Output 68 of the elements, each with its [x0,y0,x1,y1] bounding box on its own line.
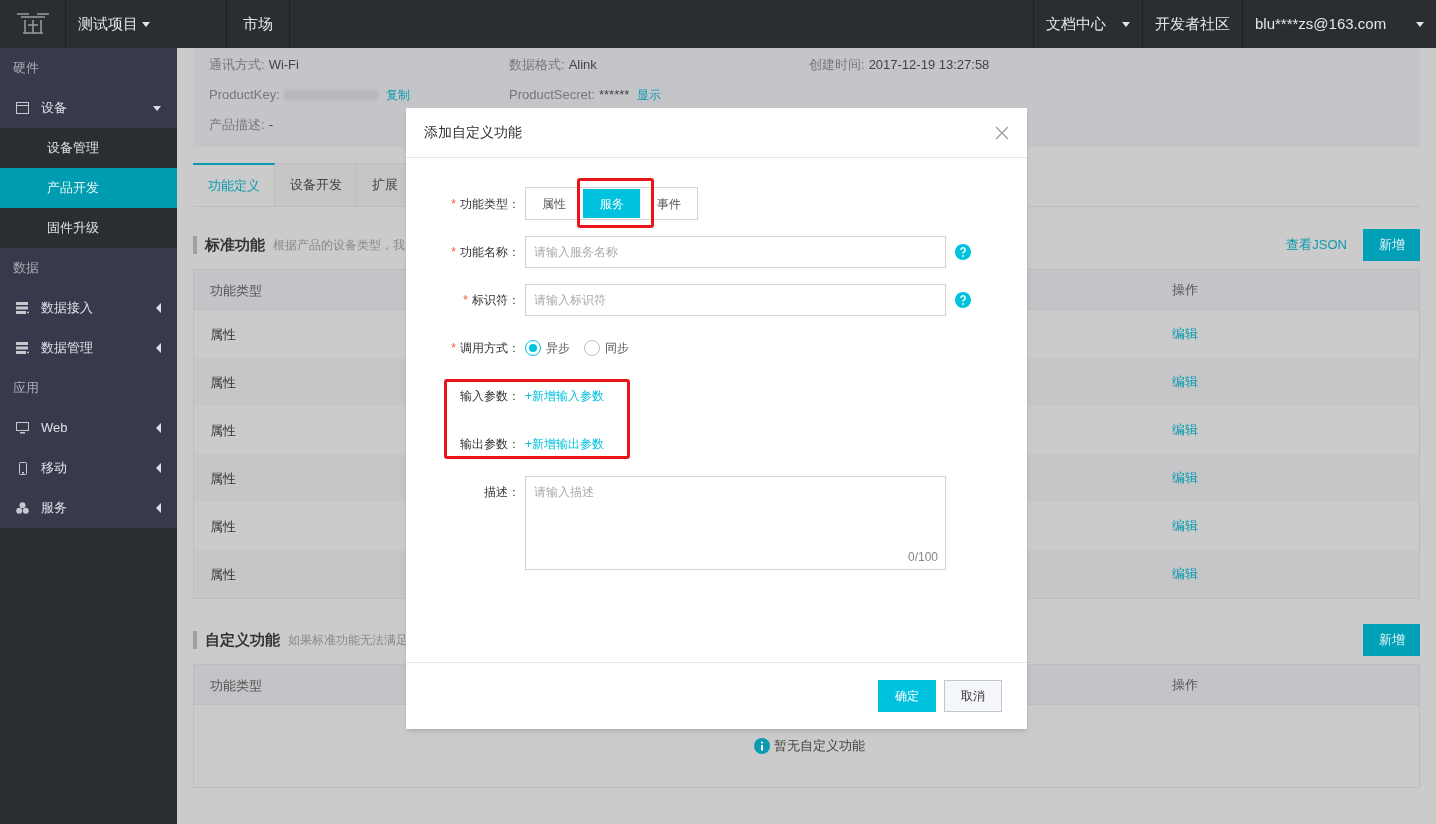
text-field[interactable]: 请输入标识符 [525,284,946,316]
section-heading: 应用 [13,379,39,398]
field-label: 输入参数： [460,388,520,405]
table-cell: 属性 [210,471,236,486]
info-label: 创建时间: [809,56,865,75]
help-icon[interactable] [955,244,971,260]
sidebar-item[interactable]: 移动 [0,448,177,488]
info-value: 2017-12-19 13:27:58 [868,56,990,75]
monitor-icon [16,422,29,434]
section-description: 如果标准功能无法满足 [288,632,408,649]
info-value: Alink [568,56,597,75]
field-label: 标识符： [472,292,520,309]
field-label: 输出参数： [460,436,520,453]
tab[interactable]: 设备开发 [275,163,357,206]
table-cell: 属性 [210,567,236,582]
field-label: 功能类型： [460,195,520,213]
radio-option[interactable]: 同步 [584,339,629,357]
column-header: 操作 [1172,280,1198,299]
info-label: 通讯方式: [209,56,265,75]
table-cell: 属性 [210,423,236,438]
info-label: ProductSecret: [509,86,595,105]
column-header: 功能类型 [210,282,262,298]
segment-option[interactable]: 属性 [526,188,582,219]
sidebar-item[interactable]: 数据管理 [0,328,177,368]
window-icon [16,102,29,114]
section-description: 根据产品的设备类型，我 [273,237,405,254]
info-value: Wi-Fi [268,56,299,75]
column-header: 功能类型 [210,677,262,693]
required-mark: * [451,244,456,261]
required-mark: * [463,292,468,309]
help-icon[interactable] [955,292,971,308]
logo-icon [14,11,51,37]
section-heading: 硬件 [13,59,39,78]
info-label: 产品描述: [209,116,265,135]
info-icon [754,738,770,754]
sidebar-item[interactable]: 设备 [0,88,177,128]
cancel-button[interactable]: 取消 [944,680,1002,712]
cluster-icon [16,502,29,514]
sidebar-item[interactable]: 数据接入 [0,288,177,328]
phone-icon [18,461,27,475]
sidebar-item[interactable]: 服务 [0,488,177,528]
required-mark: * [451,195,456,213]
table-cell: 属性 [210,519,236,534]
sidebar-item[interactable]: Web [0,408,177,448]
section-title: 自定义功能 [205,629,280,650]
radio-option[interactable]: 异步 [525,339,570,357]
server-icon [16,302,29,314]
text-field[interactable]: 请输入服务名称 [525,236,946,268]
field-label: 描述： [484,484,520,501]
caret-icon [142,21,150,27]
info-value: ****** [599,86,630,105]
server-icon [16,342,29,354]
character-counter: 0/100 [907,549,938,566]
table-cell: 属性 [210,375,236,390]
column-header: 操作 [1172,675,1198,694]
field-label: 功能名称： [460,244,520,261]
info-value: - [268,116,273,135]
segment-option[interactable]: 事件 [641,188,697,219]
dialog-title: 添加自定义功能 [424,123,523,142]
required-mark: * [451,340,456,357]
field-label: 调用方式： [460,340,520,357]
close-icon[interactable] [995,125,1009,140]
info-label: ProductKey: [209,86,280,105]
section-title: 标准功能 [205,234,265,255]
section-heading: 数据 [13,259,39,278]
info-label: 数据格式: [509,56,565,75]
table-cell: 属性 [210,327,236,342]
empty-message: 暂无自定义功能 [774,737,865,756]
